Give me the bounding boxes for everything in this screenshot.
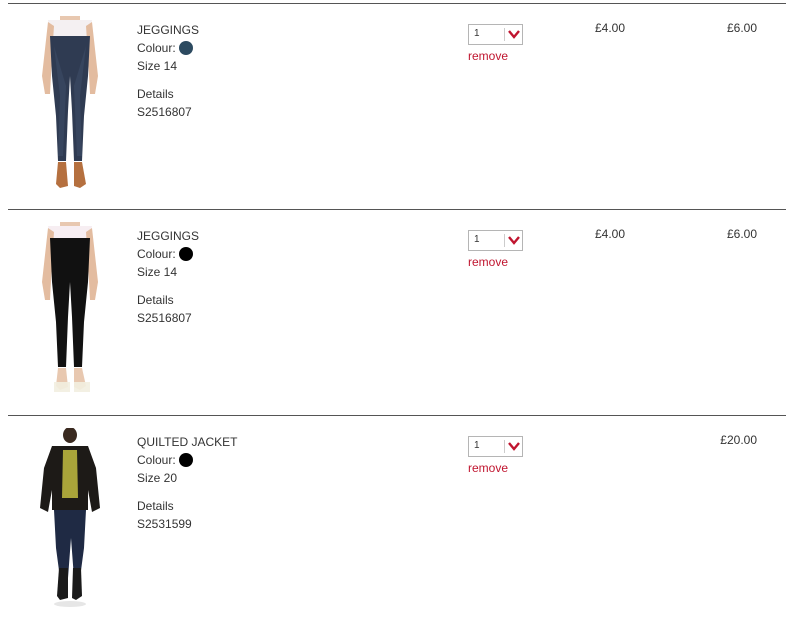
total-price: £6.00 — [726, 227, 757, 241]
item-info: QUILTED JACKET Colour: Size 20 Details S… — [137, 433, 237, 533]
basket-item: QUILTED JACKET Colour: Size 20 Details S… — [0, 416, 786, 621]
colour-label: Colour: — [137, 41, 176, 55]
chevron-down-icon — [508, 442, 520, 451]
item-info: JEGGINGS Colour: Size 14 Details S251680… — [137, 21, 199, 121]
size-label: Size 20 — [137, 471, 178, 485]
product-name[interactable]: QUILTED JACKET — [137, 433, 237, 451]
remove-link[interactable]: remove — [468, 255, 508, 269]
select-separator — [504, 234, 505, 247]
unit-price: £4.00 — [594, 21, 625, 35]
chevron-down-icon — [508, 236, 520, 245]
product-name[interactable]: JEGGINGS — [137, 227, 199, 245]
select-separator — [504, 440, 505, 453]
product-image[interactable] — [30, 222, 110, 402]
quantity-select[interactable]: 1 — [468, 436, 523, 457]
details-label: Details — [137, 293, 174, 307]
colour-label: Colour: — [137, 453, 176, 467]
size-label: Size 14 — [137, 59, 178, 73]
basket-item: JEGGINGS Colour: Size 14 Details S251680… — [0, 210, 786, 415]
basket-item: JEGGINGS Colour: Size 14 Details S251680… — [0, 4, 786, 209]
product-image[interactable] — [30, 16, 110, 196]
quantity-value: 1 — [474, 234, 480, 245]
colour-swatch — [178, 453, 193, 467]
product-image[interactable] — [30, 428, 110, 608]
details-label: Details — [137, 499, 174, 513]
total-price: £6.00 — [726, 21, 757, 35]
quantity-select[interactable]: 1 — [468, 24, 523, 45]
quantity-value: 1 — [474, 440, 480, 451]
chevron-down-icon — [508, 30, 520, 39]
quantity-select[interactable]: 1 — [468, 230, 523, 251]
sku-label: S2531599 — [137, 517, 192, 531]
sku-label: S2516807 — [137, 311, 192, 325]
item-info: JEGGINGS Colour: Size 14 Details S251680… — [137, 227, 199, 327]
product-name[interactable]: JEGGINGS — [137, 21, 199, 39]
size-label: Size 14 — [137, 265, 178, 279]
total-price: £20.00 — [720, 433, 757, 447]
colour-line: Colour: — [137, 39, 199, 57]
colour-line: Colour: — [137, 451, 237, 469]
colour-swatch — [178, 247, 193, 261]
colour-swatch — [178, 41, 193, 55]
details-label: Details — [137, 87, 174, 101]
remove-link[interactable]: remove — [468, 49, 508, 63]
select-separator — [504, 28, 505, 41]
unit-price: £4.00 — [594, 227, 625, 241]
colour-label: Colour: — [137, 247, 176, 261]
remove-link[interactable]: remove — [468, 461, 508, 475]
sku-label: S2516807 — [137, 105, 192, 119]
quantity-value: 1 — [474, 28, 480, 39]
colour-line: Colour: — [137, 245, 199, 263]
